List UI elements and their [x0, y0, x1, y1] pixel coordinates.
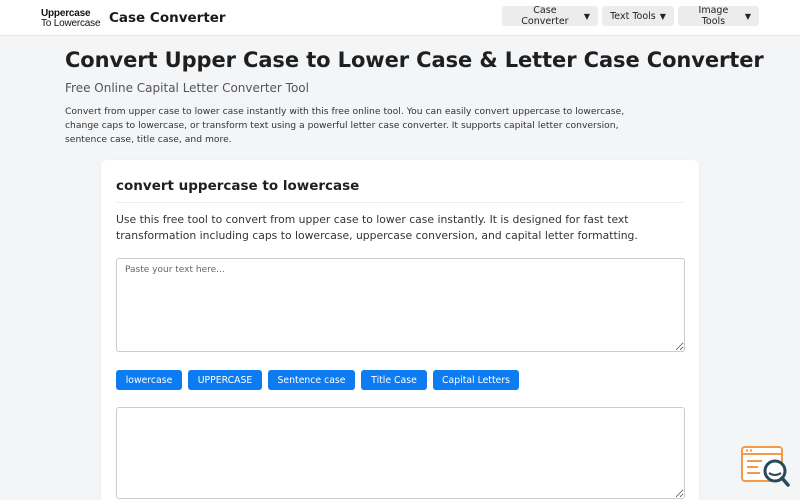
tool-title: convert uppercase to lowercase	[116, 178, 360, 194]
title-case-button[interactable]: Title Case	[361, 370, 427, 390]
nav-image-tools-button[interactable]: Image Tools ▼	[678, 5, 759, 27]
lowercase-button[interactable]: lowercase	[116, 370, 182, 390]
page-subtitle: Free Online Capital Letter Converter Too…	[65, 81, 309, 95]
search-review-icon	[741, 446, 790, 487]
page-title: Convert Upper Case to Lower Case & Lette…	[65, 48, 764, 72]
nav-case-converter-label: Case Converter	[521, 5, 569, 27]
sentence-case-button[interactable]: Sentence case	[268, 370, 355, 390]
nav-text-tools-label: Text Tools	[610, 10, 656, 22]
caret-down-icon: ▼	[744, 11, 751, 21]
logo-line-2: To Lowercase	[41, 17, 101, 29]
caret-down-icon: ▼	[659, 11, 666, 21]
converter-card: convert uppercase to lowercase Use this …	[101, 160, 699, 500]
site-logo[interactable]: Uppercase To Lowercase	[41, 9, 103, 29]
top-navbar: Uppercase To Lowercase Case Converter Ca…	[0, 0, 800, 36]
uppercase-button[interactable]: UPPERCASE	[188, 370, 262, 390]
brand-name[interactable]: Case Converter	[109, 10, 226, 26]
divider	[116, 202, 684, 203]
capital-letters-button[interactable]: Capital Letters	[433, 370, 519, 390]
intro-paragraph: Convert from upper case to lower case in…	[65, 106, 625, 145]
input-textarea[interactable]	[116, 258, 685, 352]
tool-description: Use this free tool to convert from upper…	[116, 213, 638, 242]
review-widget[interactable]	[740, 444, 792, 490]
output-textarea[interactable]	[116, 407, 685, 499]
nav-case-converter-button[interactable]: Case Converter ▼	[502, 5, 598, 27]
caret-down-icon: ▼	[583, 11, 590, 21]
nav-image-tools-label: Image Tools	[698, 5, 729, 27]
nav-text-tools-button[interactable]: Text Tools ▼	[602, 6, 674, 26]
